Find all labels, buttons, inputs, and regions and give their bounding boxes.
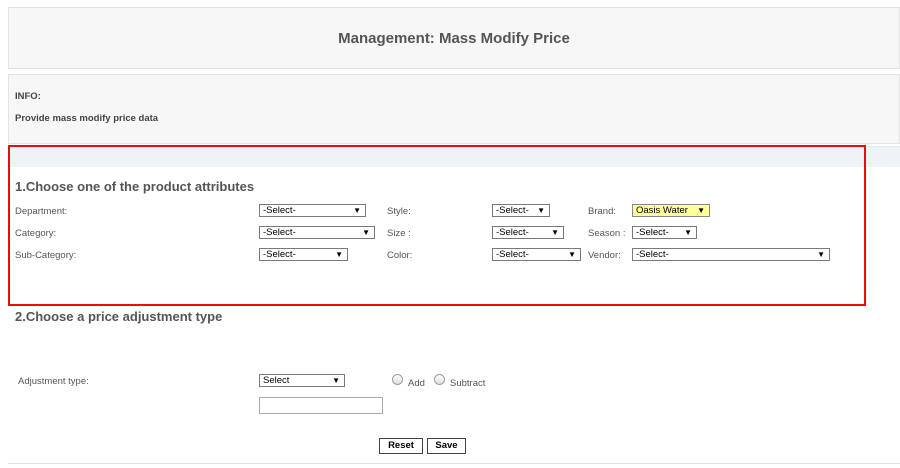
subtract-radio[interactable] (434, 374, 445, 385)
footer-divider (8, 463, 900, 464)
adjustment-type-label: Adjustment type: (18, 376, 89, 387)
page-title: Management: Mass Modify Price (338, 30, 570, 47)
highlight-box (8, 145, 866, 306)
save-button[interactable]: Save (427, 438, 466, 454)
page-header: Management: Mass Modify Price (8, 7, 900, 69)
add-radio[interactable] (392, 374, 403, 385)
adjustment-amount-input[interactable] (259, 397, 383, 414)
add-radio-label: Add (408, 378, 425, 389)
reset-button[interactable]: Reset (379, 438, 423, 454)
subtract-radio-label: Subtract (450, 378, 486, 389)
adjustment-type-select-value: Select (263, 375, 290, 386)
adjustment-type-select[interactable]: Select ▼ (259, 374, 345, 387)
info-description: Provide mass modify price data (15, 113, 159, 124)
section2-heading: 2.Choose a price adjustment type (15, 309, 223, 324)
info-panel: INFO: Provide mass modify price data (8, 74, 900, 144)
chevron-down-icon: ▼ (332, 376, 340, 385)
info-label: INFO: (15, 91, 41, 102)
